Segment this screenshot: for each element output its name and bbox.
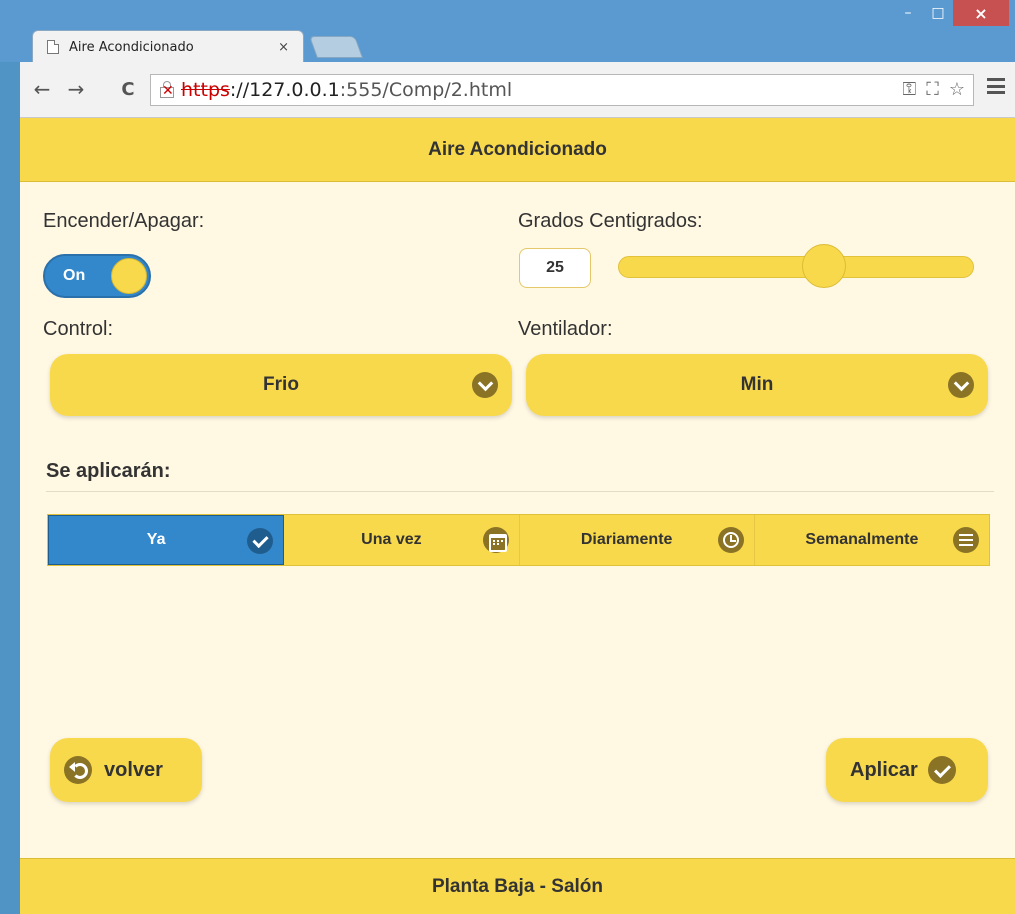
url-host: ://127.0.0.1 bbox=[229, 79, 340, 101]
clock-icon bbox=[717, 527, 744, 553]
reload-icon[interactable]: C bbox=[116, 76, 140, 102]
page-icon bbox=[47, 40, 59, 54]
new-tab-button[interactable] bbox=[308, 36, 364, 58]
back-arrow-icon[interactable]: ← bbox=[30, 76, 54, 102]
bars-icon bbox=[953, 527, 979, 553]
apply-button[interactable]: Aplicar bbox=[826, 738, 988, 802]
schedule-title: Se aplicarán: bbox=[46, 460, 171, 482]
check-icon bbox=[247, 528, 274, 554]
star-icon[interactable]: ☆ bbox=[949, 79, 965, 100]
schedule-option-una-vez[interactable]: Una vez bbox=[284, 515, 520, 565]
power-label: Encender/Apagar: bbox=[43, 210, 205, 232]
minimize-button[interactable]: – bbox=[893, 0, 923, 26]
window-controls: – □ × bbox=[893, 0, 1009, 30]
tab-title: Aire Acondicionado bbox=[69, 39, 194, 55]
schedule-segmented-control: Ya Una vez Diariamente Semanalmente bbox=[47, 514, 990, 566]
close-window-button[interactable]: × bbox=[953, 0, 1009, 26]
location-footer: Planta Baja - Salón bbox=[20, 858, 1015, 914]
back-button[interactable]: volver bbox=[50, 738, 202, 802]
fan-select[interactable]: Min bbox=[526, 354, 988, 416]
schedule-option-ya[interactable]: Ya bbox=[48, 515, 285, 565]
address-bar[interactable]: ✕ https ://127.0.0.1 :555/Comp/2.html ⚿ … bbox=[150, 74, 974, 106]
control-selected-value: Frio bbox=[263, 374, 299, 395]
control-label: Control: bbox=[43, 318, 114, 340]
toggle-knob[interactable] bbox=[111, 258, 147, 294]
address-bar-icons: ⚿ ⛶ ☆ bbox=[903, 79, 965, 100]
forward-arrow-icon[interactable]: → bbox=[64, 76, 88, 102]
app-page: Aire Acondicionado Encender/Apagar: On G… bbox=[20, 118, 1015, 914]
temperature-label: Grados Centigrados: bbox=[518, 210, 703, 232]
temperature-slider[interactable] bbox=[618, 256, 974, 278]
back-button-label: volver bbox=[104, 758, 163, 781]
page-title: Aire Acondicionado bbox=[20, 118, 1015, 182]
divider bbox=[46, 491, 994, 492]
slider-handle[interactable] bbox=[802, 244, 847, 288]
fan-label: Ventilador: bbox=[518, 318, 613, 340]
chevron-down-icon bbox=[472, 372, 498, 398]
browser-menu-icon[interactable] bbox=[987, 78, 1005, 94]
maximize-button[interactable]: □ bbox=[923, 0, 953, 26]
url-path: :555/Comp/2.html bbox=[339, 79, 513, 101]
key-icon[interactable]: ⚿ bbox=[903, 79, 917, 100]
fan-selected-value: Min bbox=[740, 374, 774, 395]
schedule-option-semanalmente[interactable]: Semanalmente bbox=[754, 515, 989, 565]
apply-button-label: Aplicar bbox=[850, 758, 918, 781]
insecure-lock-icon: ✕ bbox=[160, 81, 174, 99]
calendar-icon bbox=[482, 527, 509, 553]
check-icon bbox=[927, 756, 956, 784]
url-scheme: https bbox=[181, 79, 230, 101]
browser-toolbar: ← → C ✕ https ://127.0.0.1 :555/Comp/2.h… bbox=[20, 62, 1015, 118]
tab-close-icon[interactable]: × bbox=[278, 40, 289, 55]
translate-icon[interactable]: ⛶ bbox=[926, 79, 939, 100]
power-state-text: On bbox=[63, 267, 86, 284]
back-icon bbox=[64, 756, 92, 784]
browser-tab[interactable]: Aire Acondicionado × bbox=[32, 30, 304, 63]
control-select[interactable]: Frio bbox=[50, 354, 512, 416]
chevron-down-icon bbox=[948, 372, 974, 398]
schedule-option-diariamente[interactable]: Diariamente bbox=[519, 515, 755, 565]
power-toggle[interactable]: On bbox=[43, 254, 151, 298]
temperature-input[interactable]: 25 bbox=[519, 248, 591, 288]
